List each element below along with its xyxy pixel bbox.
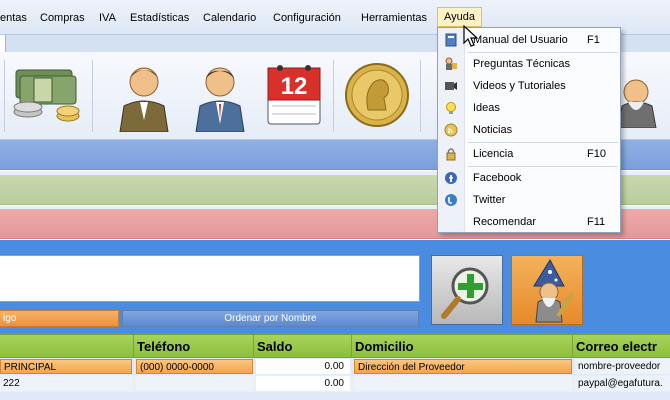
- video-icon: [445, 82, 457, 90]
- calendar-icon[interactable]: 12: [266, 62, 322, 128]
- faq-icon: [445, 57, 457, 70]
- menu-item-label: Noticias: [473, 124, 513, 136]
- cell-phone: [136, 376, 253, 391]
- column-header-name[interactable]: [0, 335, 134, 359]
- license-icon: [446, 148, 456, 161]
- cell-name: PRINCIPAL: [0, 359, 132, 374]
- toolbar-separator: [92, 60, 93, 132]
- menu-item-noticias[interactable]: Noticias: [438, 120, 620, 140]
- menu-estadisticas[interactable]: Estadísticas: [130, 10, 189, 26]
- column-header-balance[interactable]: Saldo: [254, 335, 352, 359]
- table-row[interactable]: PRINCIPAL (000) 0000-0000 0.00 Dirección…: [0, 358, 670, 375]
- menu-item-label: Manual del Usuario: [473, 34, 568, 46]
- search-input[interactable]: [0, 255, 420, 302]
- menu-iva[interactable]: IVA: [99, 10, 116, 26]
- cell-name: 222: [0, 376, 132, 391]
- cell-balance: 0.00: [256, 376, 350, 391]
- table-row[interactable]: 222 0.00 paypal@egafutura.: [0, 375, 670, 392]
- menu-item-facebook[interactable]: Facebook: [438, 168, 620, 188]
- menu-item-label: Facebook: [473, 172, 522, 184]
- menu-item-videos[interactable]: Videos y Tutoriales: [438, 76, 620, 96]
- coin-icon[interactable]: [344, 62, 410, 128]
- menu-item-label: Ideas: [473, 102, 500, 114]
- facebook-icon: [445, 172, 457, 184]
- menu-ayuda[interactable]: Ayuda: [437, 7, 482, 27]
- column-header-address[interactable]: Domicilio: [352, 335, 573, 359]
- column-header-email[interactable]: Correo electr: [573, 335, 670, 359]
- wizard-button[interactable]: [511, 255, 583, 325]
- menu-compras[interactable]: Compras: [40, 10, 85, 26]
- toolbar-separator: [333, 60, 334, 132]
- magnifier-plus-icon: [441, 267, 489, 319]
- menu-configuracion[interactable]: Configuración: [273, 10, 341, 26]
- book-icon: [445, 33, 457, 47]
- ribbon-tab[interactable]: [0, 35, 6, 53]
- menu-separator: [468, 142, 618, 143]
- menu-item-preguntas[interactable]: Preguntas Técnicas: [438, 54, 620, 74]
- sort-by-code-button[interactable]: igo: [0, 310, 119, 327]
- menu-ventas[interactable]: entas: [0, 10, 27, 26]
- svg-text:12: 12: [281, 73, 308, 100]
- help-menu-dropdown: Manual del Usuario F1 Preguntas Técnicas…: [437, 27, 621, 233]
- cell-email: paypal@egafutura.: [575, 376, 670, 391]
- menu-item-ideas[interactable]: Ideas: [438, 98, 620, 118]
- column-header-phone[interactable]: Teléfono: [134, 335, 254, 359]
- menu-separator: [468, 166, 618, 167]
- cell-phone: (000) 0000-0000: [136, 359, 253, 374]
- menu-item-shortcut: F1: [587, 34, 600, 46]
- cell-balance: 0.00: [256, 359, 350, 374]
- wizard-icon: [533, 258, 574, 323]
- cell-address: Dirección del Proveedor: [354, 359, 572, 374]
- menu-item-label: Recomendar: [473, 216, 536, 228]
- menu-item-shortcut: F10: [587, 148, 606, 160]
- menu-item-label: Licencia: [473, 148, 514, 160]
- menu-item-label: Videos y Tutoriales: [473, 80, 566, 92]
- add-supplier-button[interactable]: [431, 255, 503, 325]
- cell-address: [354, 376, 572, 391]
- toolbar-separator: [4, 60, 5, 132]
- toolbar-separator: [420, 60, 421, 132]
- supplier-icon[interactable]: [192, 60, 248, 132]
- mouse-cursor-icon: [463, 25, 479, 47]
- menu-item-label: Twitter: [473, 194, 506, 206]
- lightbulb-icon: [446, 102, 456, 114]
- grid-header: Teléfono Saldo Domicilio Correo electr: [0, 334, 670, 359]
- twitter-icon: [445, 194, 457, 206]
- table-row[interactable]: [0, 392, 670, 400]
- menu-separator: [468, 52, 618, 53]
- money-icon[interactable]: [10, 60, 86, 128]
- menu-item-twitter[interactable]: Twitter: [438, 190, 620, 210]
- sort-by-name-button[interactable]: Ordenar por Nombre: [122, 310, 419, 327]
- menu-calendario[interactable]: Calendario: [203, 10, 256, 26]
- menu-item-recomendar[interactable]: Recomendar F11: [438, 212, 620, 232]
- menu-item-shortcut: F11: [587, 216, 606, 228]
- menu-item-label: Preguntas Técnicas: [473, 58, 571, 70]
- menu-herramientas[interactable]: Herramientas: [361, 10, 427, 26]
- menu-item-licencia[interactable]: Licencia F10: [438, 144, 620, 164]
- cell-email: nombre-proveedor: [575, 359, 670, 374]
- rss-icon: [444, 123, 458, 137]
- client-icon[interactable]: [116, 60, 172, 132]
